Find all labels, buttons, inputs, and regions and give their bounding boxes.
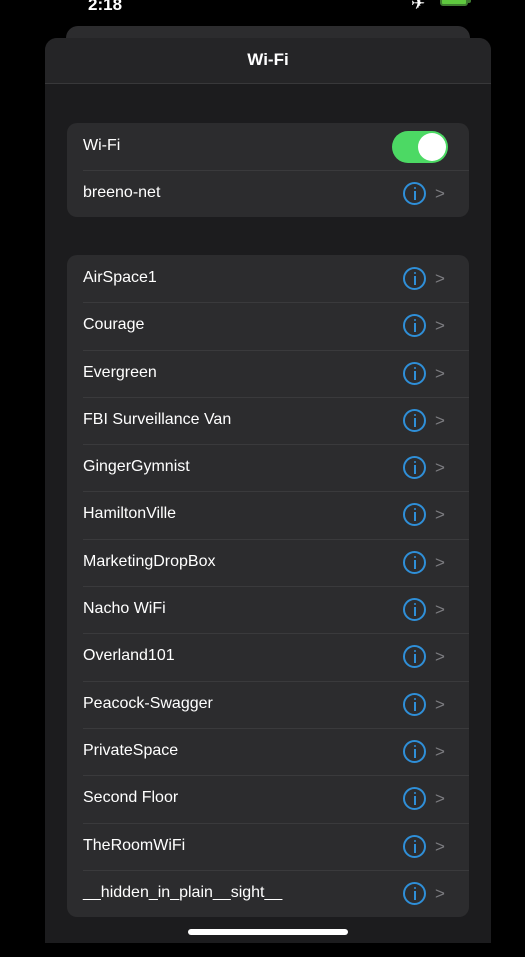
nav-bar: Wi-Fi xyxy=(45,38,491,84)
connected-network-name: breeno-net xyxy=(83,184,161,202)
network-name: AirSpace1 xyxy=(83,269,157,286)
status-time: 2:18 xyxy=(88,0,123,14)
chevron-right-icon: > xyxy=(435,269,445,288)
network-list: AirSpace1 > Courage > Evergreen > FBI Surveill… xyxy=(67,255,469,917)
network-name: Second Floor xyxy=(83,789,179,807)
page-title: Wi-Fi xyxy=(247,50,289,69)
status-bar: 2:18 ✈ xyxy=(0,0,525,14)
chevron-right-icon: > xyxy=(435,600,445,620)
info-icon[interactable] xyxy=(403,361,426,385)
network-row[interactable]: __hidden_in_plain__sight__ > xyxy=(67,869,469,917)
info-icon[interactable] xyxy=(403,881,426,905)
chevron-right-icon: > xyxy=(435,458,445,478)
chevron-right-icon: > xyxy=(435,363,445,383)
network-name: PrivateSpace xyxy=(83,741,179,759)
network-name: Evergreen xyxy=(83,363,157,381)
info-icon[interactable] xyxy=(403,692,426,716)
info-icon[interactable] xyxy=(403,182,426,206)
network-row[interactable]: FBI Surveillance Van > xyxy=(67,396,469,444)
chevron-right-icon: > xyxy=(435,505,445,525)
info-icon[interactable] xyxy=(403,267,426,290)
info-icon[interactable] xyxy=(403,456,426,480)
info-icon[interactable] xyxy=(403,408,426,432)
chevron-right-icon: > xyxy=(435,647,445,667)
network-name: MarketingDropBox xyxy=(83,552,216,570)
info-icon[interactable] xyxy=(403,834,426,858)
network-row[interactable]: Peacock-Swagger > xyxy=(67,680,469,728)
network-name: TheRoomWiFi xyxy=(83,836,186,854)
network-row[interactable]: Courage > xyxy=(67,302,469,349)
toggle-knob xyxy=(418,133,446,161)
network-row[interactable]: AirSpace1 > xyxy=(67,255,469,302)
network-name: __hidden_in_plain__sight__ xyxy=(83,883,283,901)
network-row[interactable]: MarketingDropBox > xyxy=(67,538,469,586)
airplane-icon: ✈ xyxy=(411,0,426,13)
chevron-right-icon: > xyxy=(435,552,445,572)
battery-tip xyxy=(468,0,471,3)
wifi-label: Wi-Fi xyxy=(83,137,121,154)
network-name: FBI Surveillance Van xyxy=(83,410,232,428)
network-row[interactable]: PrivateSpace > xyxy=(67,727,469,775)
info-icon[interactable] xyxy=(403,645,426,669)
chevron-right-icon: > xyxy=(435,741,445,761)
network-name: Nacho WiFi xyxy=(83,600,166,618)
network-row[interactable]: Evergreen > xyxy=(67,349,469,397)
chevron-right-icon: > xyxy=(435,836,445,856)
network-name: Courage xyxy=(83,316,145,334)
settings-screen: 2:18 ✈ Wi-Fi Wi-Fi breeno-net > AirSpace… xyxy=(0,0,525,957)
network-row[interactable]: Second Floor > xyxy=(67,775,469,822)
chevron-right-icon: > xyxy=(435,694,445,714)
wifi-current-group: Wi-Fi breeno-net > xyxy=(67,123,469,217)
wifi-toggle-row: Wi-Fi xyxy=(67,123,469,170)
network-row[interactable]: Overland101 > xyxy=(67,633,469,680)
info-icon[interactable] xyxy=(403,787,426,811)
network-name: Peacock-Swagger xyxy=(83,694,213,712)
network-name: GingerGymnist xyxy=(83,458,190,476)
chevron-right-icon: > xyxy=(435,184,445,204)
battery-icon xyxy=(440,0,468,6)
connected-network-row[interactable]: breeno-net > xyxy=(67,170,469,217)
wifi-sheet: Wi-Fi Wi-Fi breeno-net > AirSpace1 > Coura… xyxy=(45,38,491,943)
home-indicator[interactable] xyxy=(188,929,348,935)
network-row[interactable]: Nacho WiFi > xyxy=(67,586,469,633)
chevron-right-icon: > xyxy=(435,316,445,336)
wifi-toggle[interactable] xyxy=(392,131,448,163)
info-icon[interactable] xyxy=(403,503,426,527)
network-name: Overland101 xyxy=(83,647,175,665)
chevron-right-icon: > xyxy=(435,410,445,430)
network-name: HamiltonVille xyxy=(83,505,177,523)
info-icon[interactable] xyxy=(403,598,426,622)
chevron-right-icon: > xyxy=(435,883,445,903)
info-icon[interactable] xyxy=(403,739,426,763)
network-row[interactable]: TheRoomWiFi > xyxy=(67,822,469,870)
network-row[interactable]: GingerGymnist > xyxy=(67,444,469,491)
info-icon[interactable] xyxy=(403,314,426,338)
chevron-right-icon: > xyxy=(435,789,445,809)
network-row[interactable]: HamiltonVille > xyxy=(67,491,469,538)
info-icon[interactable] xyxy=(403,550,426,574)
